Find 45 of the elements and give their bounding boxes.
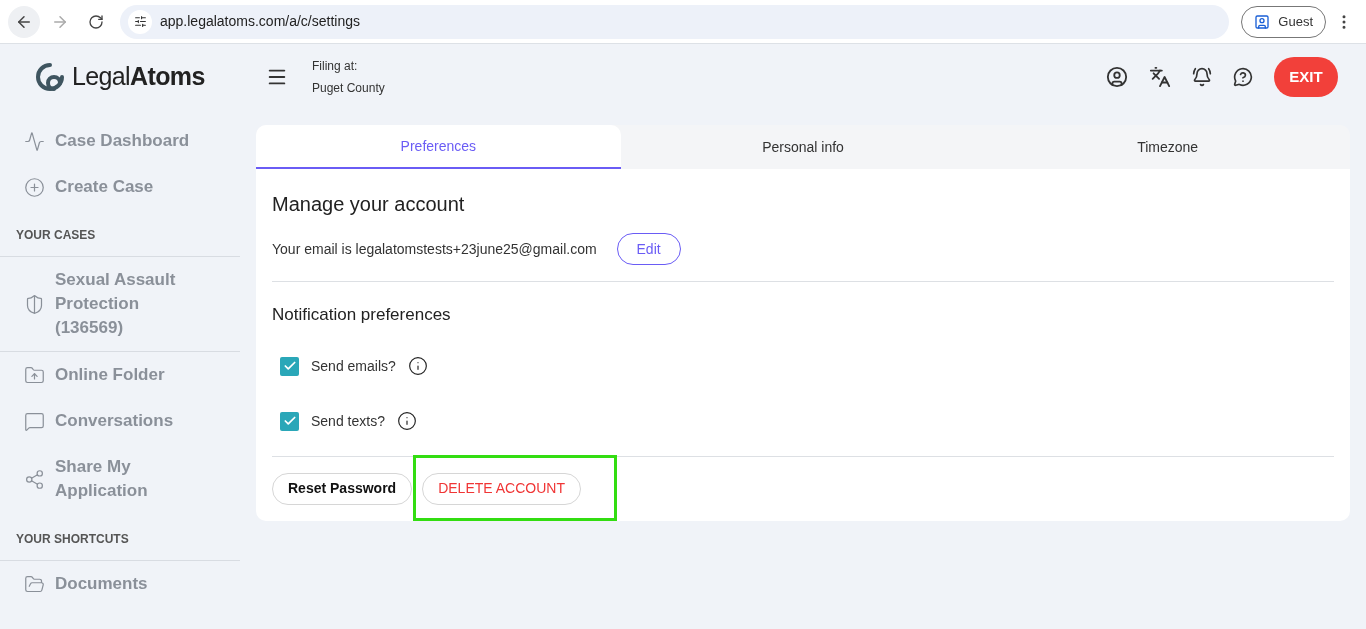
email-text: Your email is legalatomstests+23june25@gmail.com bbox=[272, 239, 597, 259]
checkbox[interactable] bbox=[280, 356, 299, 376]
sidebar-item[interactable]: Create Case bbox=[0, 164, 240, 210]
site-settings-icon[interactable] bbox=[128, 9, 152, 34]
notifications-title: Notification preferences bbox=[272, 304, 452, 326]
address-bar[interactable]: app.legalatoms.com/a/c/settings bbox=[120, 4, 1230, 39]
card-title: Manage your account bbox=[272, 192, 466, 217]
chat-bubble-icon bbox=[24, 410, 45, 432]
reload-icon bbox=[88, 13, 104, 30]
option-label: Send emails? bbox=[311, 356, 396, 376]
section-heading: YOUR SHORTCUTS bbox=[0, 514, 240, 561]
info-icon[interactable] bbox=[407, 356, 428, 376]
info-icon[interactable] bbox=[396, 411, 417, 431]
logo[interactable]: LegalAtoms bbox=[36, 58, 256, 96]
sidebar-item[interactable]: Documents bbox=[0, 561, 240, 607]
folder-icon bbox=[24, 364, 45, 386]
check-icon bbox=[282, 414, 297, 428]
tab[interactable]: Preferences bbox=[256, 125, 621, 169]
help-icon[interactable] bbox=[1233, 67, 1253, 87]
option-label: Send texts? bbox=[311, 411, 385, 431]
back-button[interactable] bbox=[8, 5, 40, 38]
shield-icon bbox=[24, 293, 45, 315]
logo-text: LegalAtoms bbox=[72, 61, 205, 93]
tab[interactable]: Timezone bbox=[985, 125, 1350, 169]
account-icon[interactable] bbox=[1106, 66, 1128, 88]
sidebar-item[interactable]: Sexual Assault Protection (136569) bbox=[0, 257, 240, 351]
sidebar-item[interactable]: Case Dashboard bbox=[0, 118, 240, 164]
tab[interactable]: Personal info bbox=[620, 125, 986, 169]
folder-icon bbox=[24, 573, 45, 595]
share-icon bbox=[24, 468, 45, 490]
bell-icon[interactable] bbox=[1192, 67, 1212, 87]
check-icon bbox=[282, 359, 297, 373]
exit-button[interactable]: EXIT bbox=[1274, 57, 1338, 97]
section-heading: YOUR CASES bbox=[0, 210, 240, 257]
plus-circle-icon bbox=[24, 176, 45, 198]
url-text: app.legalatoms.com/a/c/settings bbox=[160, 12, 360, 31]
translate-icon[interactable] bbox=[1149, 66, 1171, 88]
sidebar-item[interactable]: Share My Application bbox=[0, 444, 240, 514]
filing-county: Puget County bbox=[312, 80, 385, 97]
sidebar-item[interactable]: Conversations bbox=[0, 398, 240, 444]
filing-label: Filing at: bbox=[312, 58, 359, 75]
trend-line-icon bbox=[24, 130, 45, 152]
checkbox[interactable] bbox=[280, 411, 299, 431]
profile-icon bbox=[1254, 13, 1271, 30]
sidebar-item[interactable]: Online Folder bbox=[0, 352, 240, 398]
